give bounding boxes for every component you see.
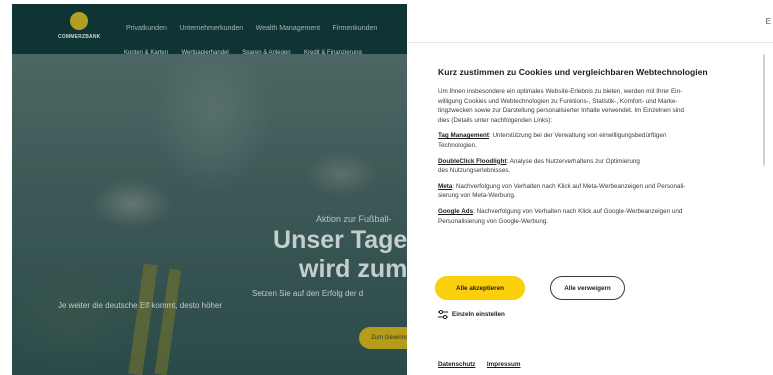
nav-item-privatkunden[interactable]: Privatkunden: [126, 25, 167, 32]
consent-intro-line: tingzwecken sowie zur Darstellung person…: [438, 107, 685, 115]
consent-scroll-area[interactable]: Um Ihnen insbesondere ein optimales Webs…: [438, 87, 756, 257]
site-header: COMMERZBANK Privatkunden Unternehmerkund…: [12, 4, 407, 56]
hero-title-line1: Unser Tage: [273, 226, 407, 254]
consent-item-meta: Meta: Nachverfolgung von Verhalten nach …: [438, 182, 756, 201]
consent-intro: Um Ihnen insbesondere ein optimales Webs…: [438, 87, 756, 125]
google-ads-link[interactable]: Google Ads: [438, 208, 473, 215]
dialog-topbar: E: [408, 4, 773, 43]
consent-item-google-ads: Google Ads: Nachverfolgung von Verhalten…: [438, 207, 756, 226]
consent-item-tag-management: Tag Management: Unterstützung bei der Ve…: [438, 131, 756, 150]
individual-settings-label: Einzeln einstellen: [452, 311, 505, 318]
hero-title-line2: wird zum: [299, 255, 407, 283]
tag-management-link[interactable]: Tag Management: [438, 132, 489, 139]
nav-item-unternehmerkunden[interactable]: Unternehmerkunden: [179, 25, 243, 32]
datenschutz-link[interactable]: Datenschutz: [438, 361, 475, 368]
scroll-fade: [438, 239, 756, 257]
logo-text: COMMERZBANK: [58, 34, 101, 40]
consent-scrollbar[interactable]: [763, 54, 765, 166]
consent-intro-line: dies (Details unter nachfolgenden Links)…: [438, 116, 553, 124]
consent-item-text: des Nutzungserlebnisses.: [438, 167, 511, 175]
consent-item-text: : Analyse des Nutzerverhaltens zur Optim…: [506, 157, 640, 165]
hero-title: Unser Tage wird zum: [267, 226, 407, 284]
commerzbank-logo[interactable]: COMMERZBANK: [58, 12, 100, 48]
nav-item-firmenkunden[interactable]: Firmenkunden: [333, 25, 378, 32]
hero-banner: Aktion zur Fußball- Unser Tage wird zum …: [12, 54, 407, 375]
consent-title: Kurz zustimmen zu Cookies und vergleichb…: [438, 67, 708, 77]
consent-footer-links: Datenschutz Impressum: [438, 353, 528, 371]
consent-item-text: : Nachverfolgung von Verhalten nach Klic…: [452, 182, 686, 190]
cookie-consent-dialog: E Kurz zustimmen zu Cookies und vergleic…: [408, 4, 773, 375]
impressum-link[interactable]: Impressum: [487, 361, 521, 368]
hero-copy-line2: Je weiter die deutsche Elf kommt, desto …: [58, 301, 223, 310]
hero-copy: Setzen Sie auf den Erfolg der d Je weite…: [58, 288, 364, 312]
consent-intro-line: Um Ihnen insbesondere ein optimales Webs…: [438, 88, 683, 95]
commerzbank-logo-icon: [70, 12, 88, 30]
consent-item-text: sierung von Meta-Werbung.: [438, 192, 516, 200]
page: COMMERZBANK Privatkunden Unternehmerkund…: [0, 0, 773, 375]
consent-item-text: : Unterstützung bei der Verwaltung von e…: [488, 132, 667, 140]
nav-item-wealth-management[interactable]: Wealth Management: [256, 25, 320, 32]
primary-nav: Privatkunden Unternehmerkunden Wealth Ma…: [126, 17, 385, 35]
background-website: COMMERZBANK Privatkunden Unternehmerkund…: [12, 4, 407, 375]
doubleclick-floodlight-link[interactable]: DoubleClick Floodlight: [438, 158, 507, 165]
consent-item-text: : Nachverfolgung von Verhalten nach Klic…: [473, 207, 683, 215]
close-icon[interactable]: E: [766, 17, 771, 26]
consent-item-text: Personalisierung von Google-Werbung.: [438, 217, 549, 225]
accept-all-button[interactable]: Alle akzeptieren: [435, 276, 525, 300]
consent-intro-line: willigung Cookies und Webtechnologien zu…: [438, 97, 678, 105]
consent-item-text: Technologien.: [438, 141, 477, 149]
reject-all-button[interactable]: Alle verweigern: [550, 276, 625, 300]
sliders-icon: [438, 310, 448, 319]
consent-item-doubleclick: DoubleClick Floodlight: Analyse des Nutz…: [438, 157, 756, 176]
hero-copy-line1: Setzen Sie auf den Erfolg der d: [252, 289, 364, 298]
hero-cta-button[interactable]: Zum Gewinnspiel: [359, 327, 407, 349]
hero-kicker: Aktion zur Fußball-: [316, 214, 392, 224]
meta-link[interactable]: Meta: [438, 183, 452, 190]
